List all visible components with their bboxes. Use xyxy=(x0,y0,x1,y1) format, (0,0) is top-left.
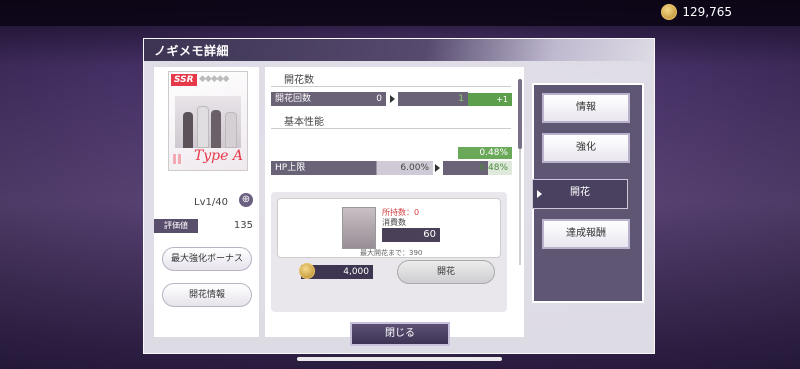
arrow-right-icon xyxy=(390,95,395,103)
evaluation-value: 135 xyxy=(233,220,253,231)
rarity-badge: SSR xyxy=(171,74,197,86)
memo-card[interactable]: SSR ◆◆◆◆◆ Type A xyxy=(168,71,248,171)
card-logo: Type A xyxy=(193,148,243,164)
bloom-count-next-bar: 1 xyxy=(398,92,468,106)
close-button[interactable]: 閉じる xyxy=(350,322,450,346)
bloom-popup: 所持数：0 消費数 60 最大開花まで：390 4,000 開花 xyxy=(271,192,507,312)
bloom-count-current-bar: 開花回数 0 xyxy=(271,92,386,106)
coin-icon xyxy=(661,4,678,20)
dialog-title: ノギメモ詳細 xyxy=(154,44,230,58)
tab-enhance[interactable]: 強化 xyxy=(542,133,630,163)
bloom-button[interactable]: 開花 xyxy=(397,260,495,284)
coin-counter: 129,765 xyxy=(661,4,732,20)
basic-stats-heading: 基本性能 xyxy=(271,113,324,128)
coin-amount: 129,765 xyxy=(682,5,732,19)
bloom-coin-cost: 4,000 xyxy=(299,263,373,279)
zoom-icon[interactable]: ⊕ xyxy=(239,193,253,207)
card-photo xyxy=(175,96,241,148)
dialog-title-bar: ノギメモ詳細 xyxy=(144,39,656,61)
bloom-info-button[interactable]: 開花情報 xyxy=(162,283,252,307)
material-thumbnail xyxy=(342,207,376,249)
star-rating: ◆◆◆◆◆ xyxy=(199,74,230,84)
card-panel: SSR ◆◆◆◆◆ Type A Lv1/40 ⊕ 評価値 135 最大強化ボー… xyxy=(154,67,259,337)
hp-next-bar: 6.48% xyxy=(443,161,512,175)
cost-value: 60 xyxy=(382,228,440,242)
card-decoration xyxy=(173,154,183,164)
nogimemo-detail-dialog: ノギメモ詳細 SSR ◆◆◆◆◆ Type A Lv1/40 ⊕ 評価値 135… xyxy=(143,38,656,354)
tab-info[interactable]: 情報 xyxy=(542,93,630,123)
cost-label: 消費数 xyxy=(382,218,406,227)
max-boost-button[interactable]: 最大強化ボーナス xyxy=(162,247,252,271)
evaluation-row: 評価値 135 xyxy=(154,219,259,233)
bloom-material-box: 所持数：0 消費数 60 最大開花まで：390 xyxy=(277,198,501,258)
stats-panel: 開花数 開花回数 0 1 +1 基本性能 0.48% HP上限 6.00% 6.… xyxy=(265,67,524,337)
section-icon xyxy=(271,116,280,125)
divider xyxy=(271,128,511,129)
section-icon xyxy=(271,74,280,83)
card-level: Lv1/40 xyxy=(194,197,228,208)
tab-reward[interactable]: 達成報酬 xyxy=(542,219,630,249)
hp-current-bar: HP上限 6.00% xyxy=(271,161,433,175)
active-arrow-icon xyxy=(537,190,542,198)
tab-bloom[interactable]: 開花 xyxy=(532,179,628,209)
tab-panel: 情報 強化 開花 達成報酬 xyxy=(532,83,644,303)
top-bar: 129,765 xyxy=(0,0,800,26)
evaluation-label: 評価値 xyxy=(154,219,198,233)
arrow-right-icon xyxy=(435,164,440,172)
hp-delta: 0.48% xyxy=(458,147,512,159)
max-bloom-note: 最大開花まで：390 xyxy=(360,249,423,257)
bloom-count-heading: 開花数 xyxy=(271,71,314,86)
divider xyxy=(271,86,511,87)
bloom-count-delta: +1 xyxy=(468,93,512,106)
home-indicator[interactable] xyxy=(297,357,502,361)
scrollbar-thumb[interactable] xyxy=(518,79,522,149)
coin-icon xyxy=(299,263,315,279)
